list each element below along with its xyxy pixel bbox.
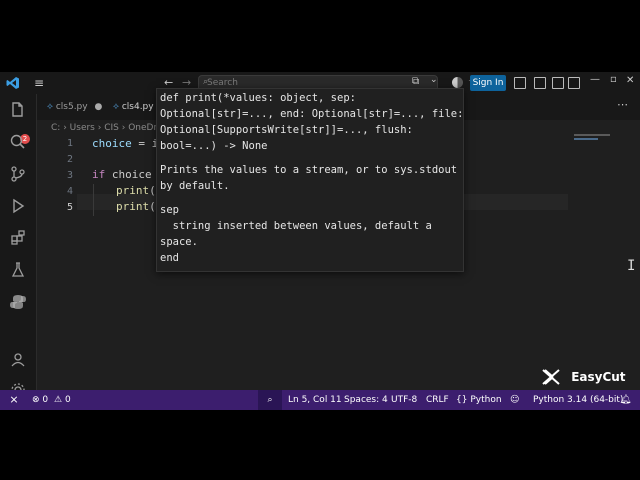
code-token: print xyxy=(116,184,150,197)
text-cursor-icon: I xyxy=(627,258,636,274)
code-line-1: choice = i xyxy=(92,137,158,150)
doc-line: by default. xyxy=(160,180,230,192)
explorer-icon[interactable] xyxy=(8,100,28,120)
tab-label: cls4.py xyxy=(121,102,154,112)
copilot-icon[interactable]: ⧉ xyxy=(412,76,419,87)
param-name: sep xyxy=(160,204,179,216)
braces-icon: {} xyxy=(456,395,468,405)
line-number: 4 xyxy=(66,186,73,197)
line-number: 1 xyxy=(66,138,73,149)
search-placeholder: Search xyxy=(207,78,238,88)
line-number: 3 xyxy=(66,170,73,181)
code-token: choice xyxy=(105,168,152,181)
close-icon[interactable]: ✕ xyxy=(626,75,634,86)
signature-line: Optional[str]=..., end: Optional[str]=..… xyxy=(160,108,464,120)
accounts-icon[interactable] xyxy=(452,77,463,88)
customize-layout-icon[interactable] xyxy=(568,77,580,89)
line-number-gutter: 1 2 3 4 5 xyxy=(37,136,77,390)
language-mode[interactable]: {} Python xyxy=(456,390,502,410)
encoding[interactable]: UTF-8 xyxy=(391,390,417,410)
code-token: ( xyxy=(149,200,156,213)
doc-line: space. xyxy=(160,236,198,248)
activity-bar: 2 xyxy=(0,94,37,397)
status-bar: ⨯ ⊗ 0 ⚠ 0 ⌕ Ln 5, Col 11 Spaces: 4 UTF-8… xyxy=(0,390,640,410)
code-token: if xyxy=(92,168,106,181)
warning-count: 0 xyxy=(64,395,71,405)
easycut-logo-icon xyxy=(542,369,560,385)
more-actions-icon[interactable]: ⋯ xyxy=(617,98,628,111)
param-name: end xyxy=(160,252,179,264)
copilot-status-icon[interactable]: ☺ xyxy=(510,390,519,410)
line-number: 2 xyxy=(66,154,73,165)
problems-indicator[interactable]: ⊗ 0 ⚠ 0 xyxy=(32,390,71,410)
python-interpreter[interactable]: Python 3.14 (64-bit) xyxy=(533,390,623,410)
python-file-icon: ⟡ xyxy=(47,102,53,112)
hamburger-menu-icon[interactable]: ≡ xyxy=(34,76,44,90)
doc-line: string inserted between values, default … xyxy=(160,220,432,232)
account-icon[interactable] xyxy=(8,350,28,370)
indentation[interactable]: Spaces: 4 xyxy=(344,390,388,410)
maximize-icon[interactable]: ▫ xyxy=(610,74,617,85)
zoom-search-icon[interactable]: ⌕ xyxy=(258,390,282,410)
minimap[interactable] xyxy=(572,134,632,390)
tab-label: cls5.py xyxy=(55,102,88,112)
warning-icon: ⚠ xyxy=(54,395,63,405)
indent-guide xyxy=(93,184,94,216)
easycut-watermark: EasyCut xyxy=(541,368,626,386)
python-file-icon: ⟡ xyxy=(113,102,119,112)
end-of-line[interactable]: CRLF xyxy=(426,390,449,410)
source-control-icon[interactable] xyxy=(8,164,28,184)
unsaved-dot-icon[interactable]: ● xyxy=(94,102,102,112)
sign-in-button[interactable]: Sign In xyxy=(470,75,506,91)
hover-tooltip: def print(*values: object, sep: Optional… xyxy=(156,88,464,272)
code-line-5: print( xyxy=(116,200,156,213)
breadcrumb-item[interactable]: Users xyxy=(70,123,95,133)
run-debug-icon[interactable] xyxy=(8,196,28,216)
chevron-down-icon[interactable]: ⌄ xyxy=(430,75,438,85)
code-token: print xyxy=(116,200,150,213)
watermark-text: EasyCut xyxy=(571,370,626,384)
error-count: 0 xyxy=(42,395,49,405)
vscode-window: ≡ ← → ⌕ Search ⧉ ⌄ ✦ Sign In — ▫ ✕ 2 xyxy=(0,72,640,410)
error-icon: ⊗ xyxy=(32,395,40,405)
toggle-primary-sidebar-icon[interactable] xyxy=(514,77,526,89)
vscode-logo-icon xyxy=(6,77,19,89)
code-token: = i xyxy=(131,137,159,150)
extensions-icon[interactable] xyxy=(8,228,28,248)
code-token: ( xyxy=(149,184,156,197)
line-number-active: 5 xyxy=(66,202,73,213)
toggle-panel-icon[interactable] xyxy=(534,77,546,89)
tab-cls5[interactable]: ⟡ cls5.py ● xyxy=(47,94,107,120)
breadcrumb-item[interactable]: CIS xyxy=(104,123,119,133)
signature-line: Optional[SupportsWrite[str]]=..., flush: xyxy=(160,124,413,136)
breadcrumb-item[interactable]: C: xyxy=(51,123,60,133)
toggle-secondary-sidebar-icon[interactable] xyxy=(552,77,564,89)
testing-flask-icon[interactable] xyxy=(8,260,28,280)
code-line-4: print( xyxy=(116,184,156,197)
python-icon[interactable] xyxy=(8,292,28,312)
code-token: choice xyxy=(92,137,132,150)
breadcrumb: C: › Users › CIS › OneDr xyxy=(37,120,157,136)
notifications-bell-icon[interactable]: 🔔︎ xyxy=(620,390,631,410)
signature-line: def print(*values: object, sep: xyxy=(160,92,356,104)
remote-indicator-icon[interactable]: ⨯ xyxy=(0,390,28,410)
code-line-3: if choice xyxy=(92,168,152,181)
minimize-icon[interactable]: — xyxy=(590,74,600,85)
cursor-position[interactable]: Ln 5, Col 11 xyxy=(288,390,342,410)
language-label: Python xyxy=(470,395,502,405)
signature-line: bool=...) -> None xyxy=(160,140,268,152)
doc-line: Prints the values to a stream, or to sys… xyxy=(160,164,458,176)
search-icon[interactable] xyxy=(8,132,28,152)
breadcrumb-item[interactable]: OneDr xyxy=(128,123,157,133)
